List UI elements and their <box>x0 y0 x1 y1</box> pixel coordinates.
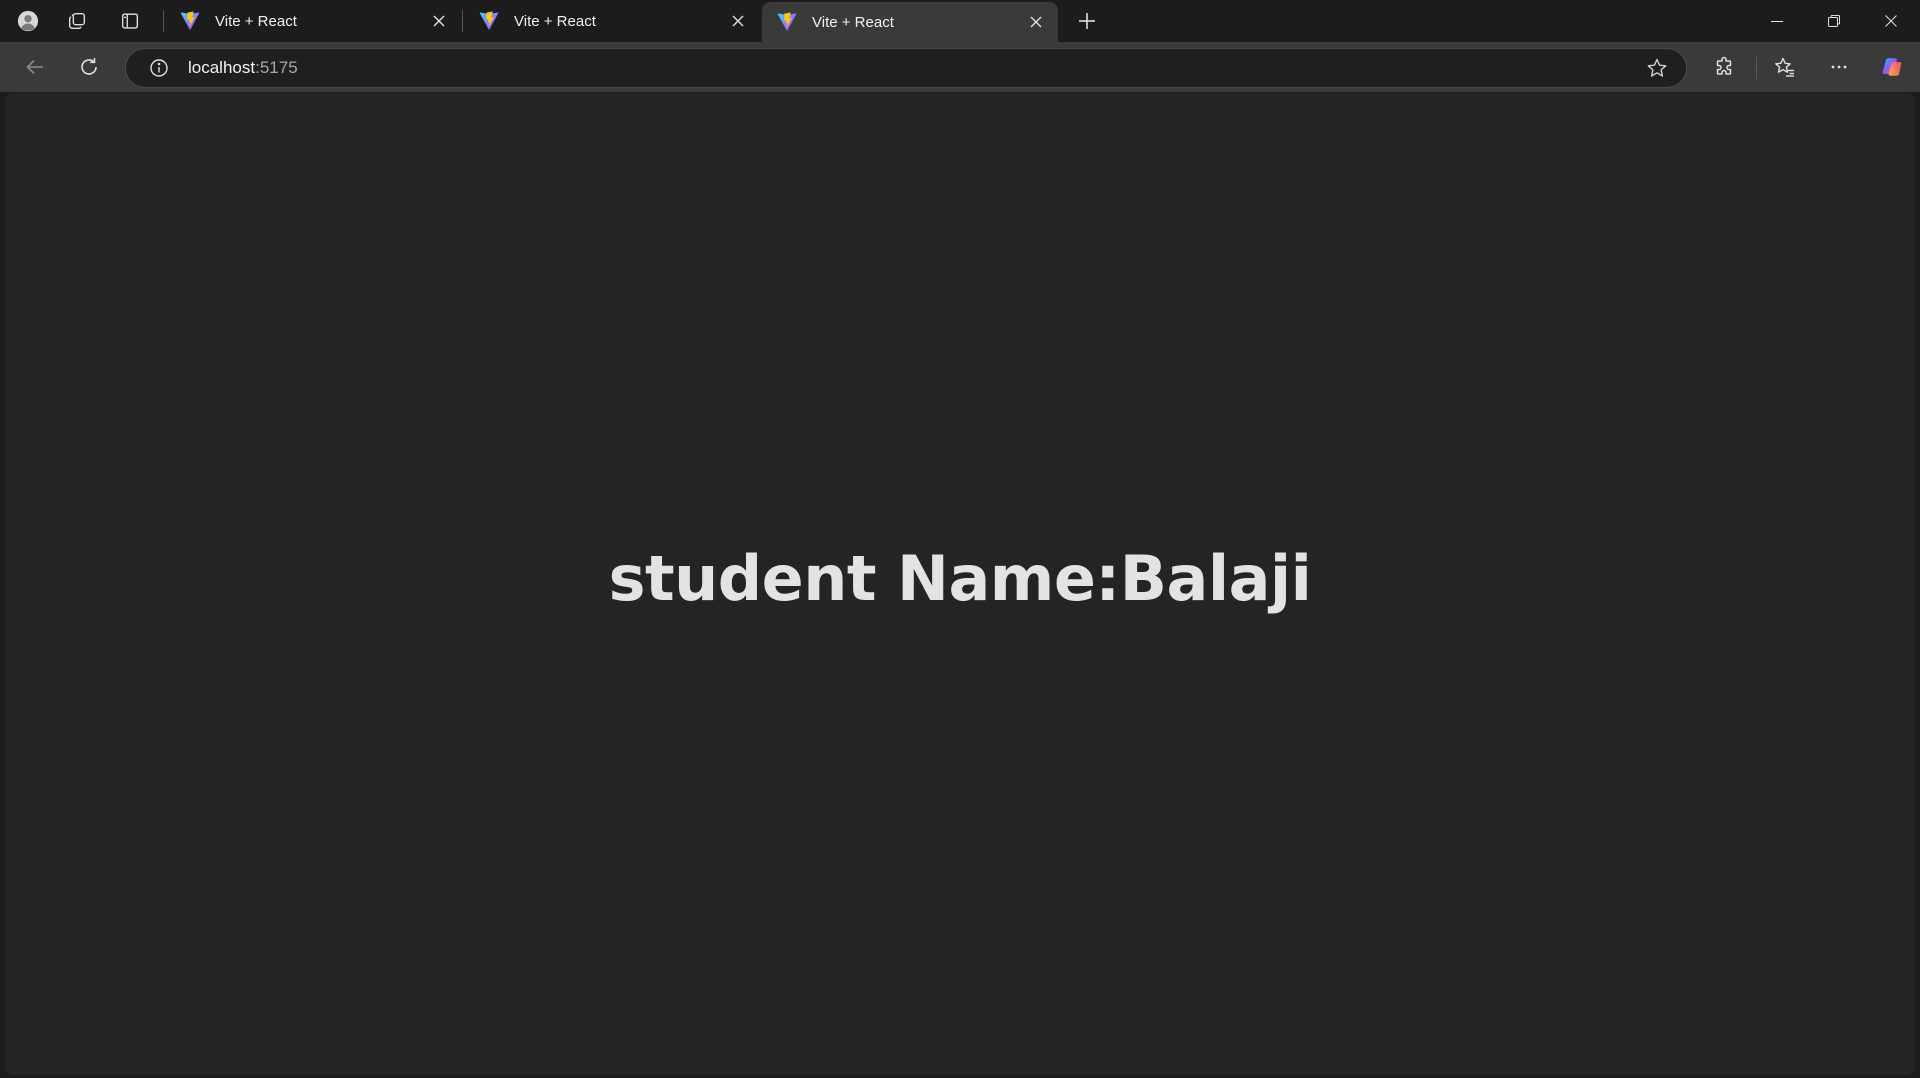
page-viewport: student Name:Balaji <box>5 93 1915 1075</box>
star-icon <box>1647 58 1667 77</box>
info-icon <box>150 59 168 77</box>
minimize-button[interactable] <box>1748 0 1805 42</box>
profile-avatar-icon[interactable] <box>8 4 48 38</box>
reload-icon <box>81 58 97 75</box>
close-icon[interactable] <box>427 9 451 33</box>
tab-vite-react-1[interactable]: Vite + React <box>165 2 461 40</box>
url-port: :5175 <box>255 58 298 77</box>
site-info-button[interactable] <box>140 49 178 87</box>
vite-logo-icon <box>479 11 499 30</box>
new-tab-button[interactable] <box>1068 5 1106 37</box>
tab-strip: Vite + React Vite + React Vite + React <box>0 0 1920 42</box>
more-icon <box>1831 65 1847 69</box>
close-icon <box>1884 15 1897 27</box>
url-text[interactable]: localhost:5175 <box>188 58 298 78</box>
back-arrow-icon <box>26 59 43 75</box>
favorites-button[interactable] <box>1765 48 1805 86</box>
tab-vite-react-active[interactable]: Vite + React <box>762 2 1058 42</box>
plus-icon <box>1079 13 1095 29</box>
copilot-button[interactable] <box>1872 48 1912 86</box>
vertical-tabs-icon[interactable] <box>110 4 150 38</box>
extensions-button[interactable] <box>1704 48 1744 86</box>
minimize-icon <box>1770 21 1783 22</box>
tab-separator <box>163 10 164 32</box>
student-name-heading: student Name:Balaji <box>608 541 1312 615</box>
close-icon[interactable] <box>726 9 750 33</box>
tab-title: Vite + React <box>812 13 894 31</box>
restore-button[interactable] <box>1805 0 1862 42</box>
browser-toolbar: localhost:5175 <box>0 42 1920 92</box>
vite-logo-icon <box>777 12 797 31</box>
restore-icon <box>1827 15 1840 27</box>
workspaces-icon[interactable] <box>57 4 97 38</box>
url-host: localhost <box>188 58 256 77</box>
reload-button[interactable] <box>69 48 109 86</box>
tab-vite-react-2[interactable]: Vite + React <box>464 2 760 40</box>
more-options-button[interactable] <box>1819 48 1859 86</box>
add-favorite-button[interactable] <box>1638 50 1676 86</box>
close-window-button[interactable] <box>1862 0 1919 42</box>
tab-separator <box>462 10 463 32</box>
tab-title: Vite + React <box>215 12 297 30</box>
vite-logo-icon <box>180 11 200 30</box>
puzzle-icon <box>1716 56 1732 75</box>
copilot-icon <box>1882 58 1902 76</box>
browser-window: Vite + React Vite + React Vite + React l… <box>0 0 1920 1078</box>
toolbar-divider <box>1756 57 1757 79</box>
back-button[interactable] <box>15 48 55 86</box>
tab-title: Vite + React <box>514 12 596 30</box>
address-bar[interactable]: localhost:5175 <box>125 48 1687 88</box>
favorites-icon <box>1775 57 1794 77</box>
close-icon[interactable] <box>1024 10 1048 34</box>
